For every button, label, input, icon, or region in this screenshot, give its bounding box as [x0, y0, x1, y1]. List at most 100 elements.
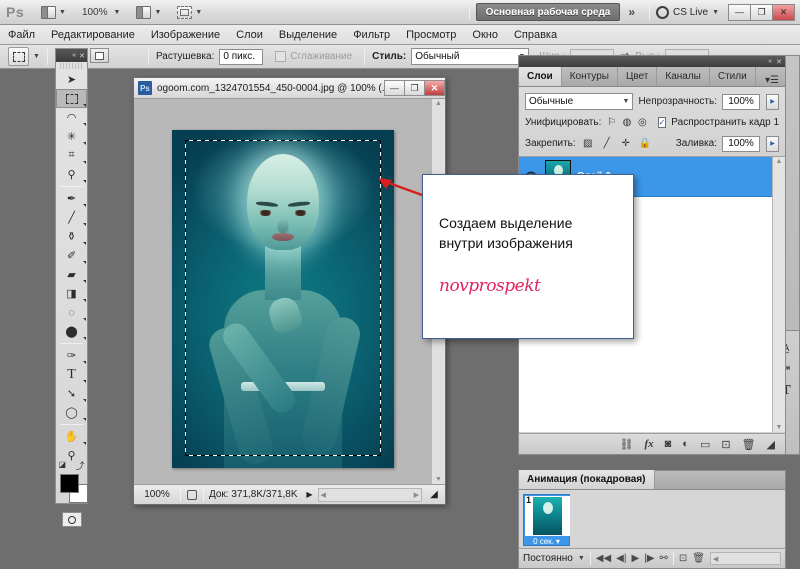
- document-horizontal-scrollbar[interactable]: ◀ ▶: [317, 487, 422, 502]
- zoom-level-button[interactable]: 100% ▼: [77, 3, 126, 22]
- tab-color[interactable]: Цвет: [618, 67, 658, 86]
- list-item[interactable]: 1 0 сек. ▾: [523, 494, 570, 546]
- panel-resize-grip[interactable]: ◢: [767, 438, 775, 451]
- tool-crop[interactable]: ⌗: [56, 146, 87, 165]
- menu-window[interactable]: Окно: [464, 27, 506, 43]
- frame-duration[interactable]: 0 сек. ▾: [525, 536, 568, 546]
- menu-select[interactable]: Выделение: [271, 27, 345, 43]
- select-next-frame-icon[interactable]: |▶: [644, 553, 654, 564]
- link-layers-icon[interactable]: ⛓: [619, 438, 633, 451]
- default-colors-icon[interactable]: ◪: [59, 460, 67, 469]
- resize-grip-icon[interactable]: ◢: [423, 489, 445, 500]
- delete-frame-icon[interactable]: 🗑: [692, 553, 705, 564]
- propagate-frame-checkbox[interactable]: ✓: [657, 117, 667, 128]
- restore-button[interactable]: ❐: [750, 3, 773, 21]
- tool-spot-healing-brush[interactable]: ✒: [56, 189, 87, 208]
- scroll-up-icon[interactable]: ▲: [776, 158, 783, 165]
- loop-option-value[interactable]: Постоянно: [523, 553, 573, 564]
- tool-rectangular-marquee[interactable]: [56, 89, 87, 108]
- tool-clone-stamp[interactable]: ⚱: [56, 227, 87, 246]
- tool-move[interactable]: ➤: [56, 70, 87, 89]
- tab-paths[interactable]: Контуры: [562, 67, 618, 86]
- tool-eyedropper[interactable]: ⚲: [56, 165, 87, 184]
- scroll-left-icon[interactable]: ◀: [321, 491, 326, 499]
- toolbox-column-toggle[interactable]: [90, 48, 109, 63]
- close-icon[interactable]: ✕: [776, 58, 782, 66]
- doc-profile-icon[interactable]: [181, 489, 203, 500]
- layer-mask-icon[interactable]: ◙: [665, 438, 672, 450]
- workspace-more-icon[interactable]: »: [628, 5, 635, 19]
- document-maximize-button[interactable]: ❐: [404, 80, 425, 96]
- menu-help[interactable]: Справка: [506, 27, 565, 43]
- animation-frames-area[interactable]: 1 0 сек. ▾: [519, 490, 785, 546]
- menu-filter[interactable]: Фильтр: [345, 27, 398, 43]
- style-select[interactable]: Обычный ▼: [411, 48, 530, 65]
- tool-horizontal-type[interactable]: T: [56, 365, 87, 384]
- collapse-icon[interactable]: «: [72, 52, 76, 59]
- document-zoom-value[interactable]: 100%: [134, 489, 180, 500]
- swap-colors-icon[interactable]: ⤴: [75, 459, 84, 472]
- tool-gradient[interactable]: ◨: [56, 284, 87, 303]
- select-first-frame-icon[interactable]: ◀◀: [596, 553, 611, 564]
- lock-position-icon[interactable]: ✛: [619, 137, 633, 151]
- tool-quick-selection[interactable]: ✳: [56, 127, 87, 146]
- adjustment-layer-icon[interactable]: ◐: [682, 438, 689, 450]
- toolbox-titlebar[interactable]: « ✕: [56, 49, 87, 62]
- delete-layer-icon[interactable]: 🗑: [742, 438, 756, 451]
- chevron-down-icon[interactable]: ▼: [578, 555, 585, 562]
- tab-layers[interactable]: Слои: [519, 67, 562, 86]
- tool-blur[interactable]: ◌: [56, 303, 87, 322]
- current-tool-preset-button[interactable]: [8, 47, 29, 66]
- fill-stepper[interactable]: ▶: [766, 135, 779, 152]
- unify-position-icon[interactable]: ⚐: [606, 116, 616, 130]
- tab-styles[interactable]: Стили: [710, 67, 756, 86]
- dock-titlebar[interactable]: « ✕: [519, 56, 785, 67]
- quick-mask-button[interactable]: [61, 512, 82, 527]
- menu-image[interactable]: Изображение: [143, 27, 228, 43]
- tool-history-brush[interactable]: ✐: [56, 246, 87, 265]
- view-extras-button[interactable]: ▼: [172, 3, 207, 22]
- menu-file[interactable]: Файл: [0, 27, 43, 43]
- opacity-input[interactable]: 100%: [722, 93, 760, 110]
- antialias-checkbox[interactable]: [275, 51, 287, 62]
- tool-dodge[interactable]: ⬤: [56, 322, 87, 341]
- workspace-switcher[interactable]: Основная рабочая среда: [475, 3, 621, 21]
- tool-lasso[interactable]: ◠: [56, 108, 87, 127]
- new-layer-icon[interactable]: ⊡: [721, 438, 730, 451]
- unify-style-icon[interactable]: ◎: [637, 116, 647, 130]
- close-button[interactable]: ✕: [772, 3, 795, 21]
- tween-icon[interactable]: ⚯: [659, 553, 667, 564]
- animation-horizontal-scrollbar[interactable]: ◀: [709, 552, 781, 565]
- new-group-icon[interactable]: ▭: [700, 438, 710, 451]
- status-menu-arrow[interactable]: ▶: [303, 490, 317, 499]
- blend-mode-select[interactable]: Обычные ▼: [525, 93, 634, 110]
- play-animation-icon[interactable]: ▶: [631, 553, 639, 564]
- arrange-documents-button[interactable]: ▼: [36, 3, 71, 22]
- cs-live-button[interactable]: CS Live ▼: [656, 5, 719, 19]
- select-previous-frame-icon[interactable]: ◀|: [616, 553, 626, 564]
- tab-animation[interactable]: Анимация (покадровая): [519, 470, 655, 489]
- tool-pen[interactable]: ✑: [56, 346, 87, 365]
- scroll-up-icon[interactable]: ▲: [435, 100, 442, 107]
- tool-ellipse[interactable]: ◯: [56, 403, 87, 422]
- screen-mode-button[interactable]: ▼: [131, 3, 166, 22]
- scroll-down-icon[interactable]: ▼: [435, 476, 442, 483]
- menu-edit[interactable]: Редактирование: [43, 27, 143, 43]
- menu-view[interactable]: Просмотр: [398, 27, 464, 43]
- document-close-button[interactable]: ✕: [424, 80, 445, 96]
- tool-path-selection[interactable]: ➘: [56, 384, 87, 403]
- lock-all-icon[interactable]: 🔒: [638, 137, 652, 151]
- scroll-right-icon[interactable]: ▶: [414, 491, 419, 499]
- chevron-down-icon[interactable]: ▼: [33, 53, 40, 60]
- duplicate-frame-icon[interactable]: ⊡: [679, 553, 687, 564]
- menu-layers[interactable]: Слои: [228, 27, 271, 43]
- collapse-icon[interactable]: «: [768, 58, 772, 65]
- scroll-down-icon[interactable]: ▼: [776, 424, 783, 431]
- lock-image-icon[interactable]: ╱: [600, 137, 614, 151]
- layer-style-icon[interactable]: fx: [644, 438, 653, 450]
- document-titlebar[interactable]: Ps ogoom.com_1324701554_450-0004.jpg @ 1…: [134, 78, 445, 99]
- fill-input[interactable]: 100%: [722, 135, 760, 152]
- canvas-area[interactable]: [134, 99, 445, 484]
- layer-list-scrollbar[interactable]: ▲ ▼: [772, 157, 785, 432]
- document-minimize-button[interactable]: —: [384, 80, 405, 96]
